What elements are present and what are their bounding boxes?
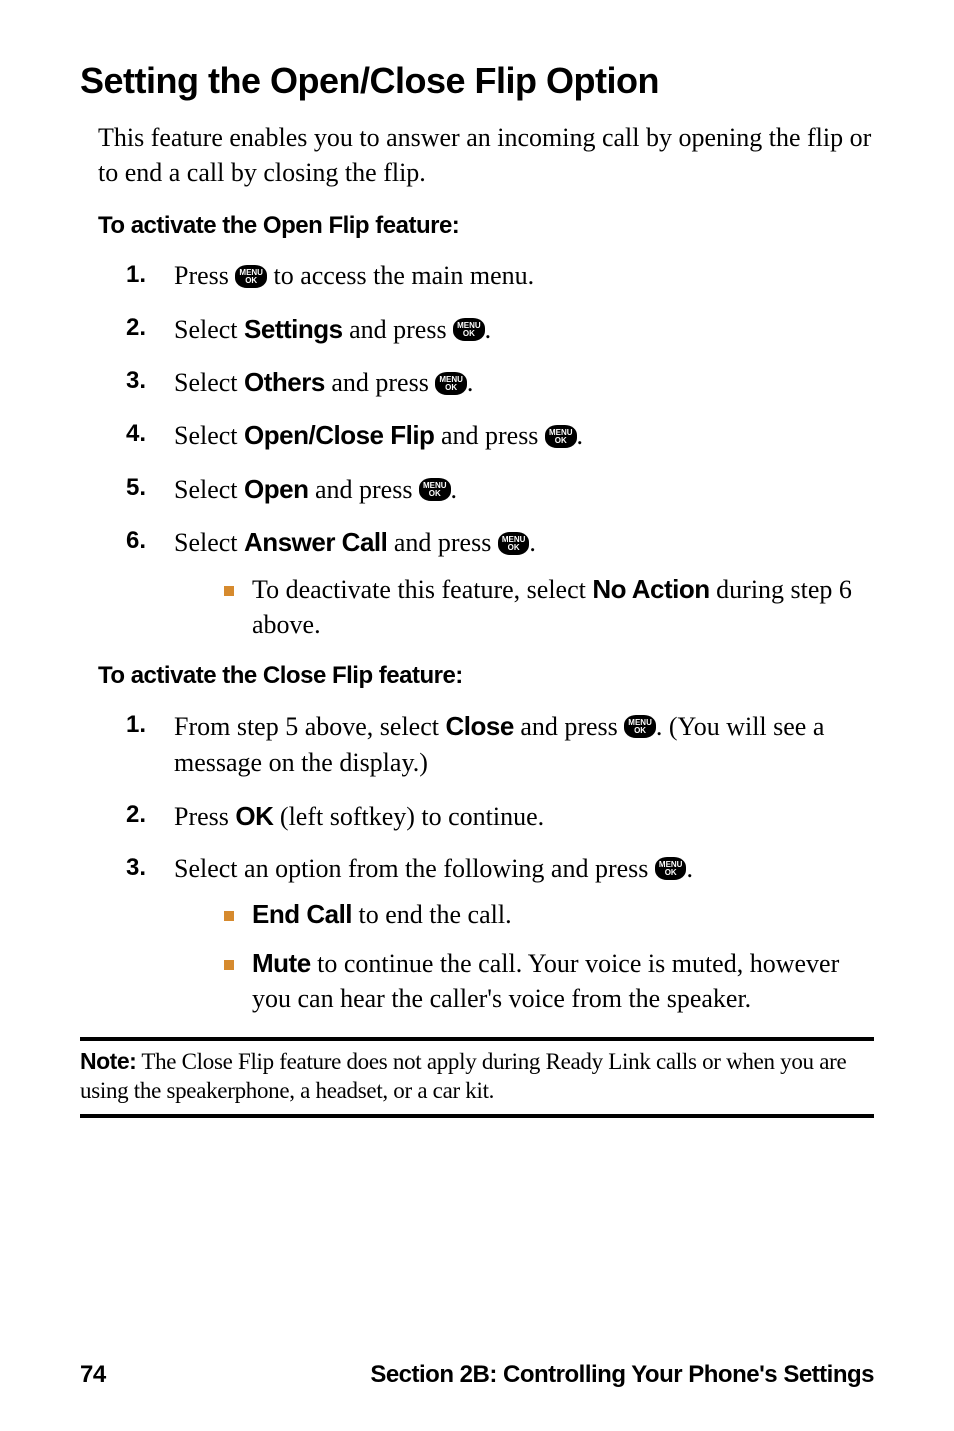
menu-ok-icon: MENUOK — [453, 318, 485, 341]
page-footer: 74 Section 2B: Controlling Your Phone's … — [80, 1361, 874, 1389]
note-label: Note: — [80, 1048, 136, 1074]
step-bold: Others — [244, 367, 325, 397]
open-flip-steps: 1. Press MENUOK to access the main menu.… — [80, 258, 874, 642]
step-number: 5. — [126, 471, 146, 505]
bullet-text: to end the call. — [352, 900, 512, 929]
section-label: Section 2B: Controlling Your Phone's Set… — [370, 1361, 874, 1389]
bullet-bold: Mute — [252, 948, 311, 978]
step-item: 3. Select an option from the following a… — [126, 851, 874, 1017]
step-number: 3. — [126, 364, 146, 398]
step-text: and press — [514, 712, 624, 741]
close-flip-heading: To activate the Close Flip feature: — [98, 662, 874, 690]
menu-ok-icon: MENUOK — [235, 265, 267, 288]
open-flip-heading: To activate the Open Flip feature: — [98, 212, 874, 240]
step-text: . — [451, 475, 458, 504]
step-number: 4. — [126, 417, 146, 451]
step-text: Select — [174, 368, 244, 397]
step-item: 4. Select Open/Close Flip and press MENU… — [126, 417, 874, 454]
menu-ok-icon: MENUOK — [624, 715, 656, 738]
page-title: Setting the Open/Close Flip Option — [80, 60, 874, 102]
step-item: 2. Select Settings and press MENUOK. — [126, 311, 874, 348]
bullet-text: to continue the call. Your voice is mute… — [252, 949, 839, 1013]
step-bold: OK — [235, 801, 273, 831]
step-text: and press — [387, 528, 497, 557]
step-number: 6. — [126, 524, 146, 558]
step-text: Select — [174, 315, 244, 344]
menu-ok-icon: MENUOK — [545, 425, 577, 448]
step-text: . — [686, 854, 693, 883]
close-flip-steps: 1. From step 5 above, select Close and p… — [80, 708, 874, 1017]
intro-paragraph: This feature enables you to answer an in… — [98, 120, 874, 190]
step-text: and press — [343, 315, 453, 344]
menu-ok-icon: MENUOK — [655, 857, 687, 880]
list-item: Mute to continue the call. Your voice is… — [224, 946, 874, 1016]
bullet-text: To deactivate this feature, select — [252, 575, 592, 604]
step-text: Press — [174, 261, 235, 290]
step-text: Select an option from the following and … — [174, 854, 655, 883]
step-text: . — [467, 368, 474, 397]
step-number: 1. — [126, 708, 146, 742]
bullet-bold: End Call — [252, 899, 352, 929]
step-text: From step 5 above, select — [174, 712, 446, 741]
close-flip-sub-bullets: End Call to end the call. Mute to contin… — [174, 897, 874, 1016]
step-bold: Answer Call — [244, 527, 387, 557]
note-text: The Close Flip feature does not apply du… — [80, 1049, 846, 1104]
page-number: 74 — [80, 1361, 106, 1389]
step-text: (left softkey) to continue. — [273, 802, 544, 831]
step-text: and press — [325, 368, 435, 397]
step-text: . — [529, 528, 536, 557]
bullet-bold: No Action — [592, 574, 709, 604]
list-item: To deactivate this feature, select No Ac… — [224, 572, 874, 642]
step-text: and press — [308, 475, 418, 504]
list-item: End Call to end the call. — [224, 897, 874, 932]
open-flip-sub-bullets: To deactivate this feature, select No Ac… — [174, 572, 874, 642]
step-item: 1. From step 5 above, select Close and p… — [126, 708, 874, 782]
step-number: 3. — [126, 851, 146, 885]
menu-ok-icon: MENUOK — [435, 372, 467, 395]
step-item: 5. Select Open and press MENUOK. — [126, 471, 874, 508]
step-item: 3. Select Others and press MENUOK. — [126, 364, 874, 401]
step-text: Select — [174, 528, 244, 557]
step-number: 1. — [126, 258, 146, 292]
step-text: Press — [174, 802, 235, 831]
step-bold: Settings — [244, 314, 343, 344]
step-text: to access the main menu. — [267, 261, 534, 290]
menu-ok-icon: MENUOK — [498, 532, 530, 555]
step-item: 6. Select Answer Call and press MENUOK. … — [126, 524, 874, 642]
step-bold: Open/Close Flip — [244, 420, 434, 450]
step-text: . — [485, 315, 492, 344]
step-number: 2. — [126, 311, 146, 345]
step-item: 2. Press OK (left softkey) to continue. — [126, 798, 874, 835]
step-number: 2. — [126, 798, 146, 832]
step-bold: Open — [244, 474, 308, 504]
menu-ok-icon: MENUOK — [419, 478, 451, 501]
step-item: 1. Press MENUOK to access the main menu. — [126, 258, 874, 294]
step-text: Select — [174, 475, 244, 504]
step-bold: Close — [446, 711, 514, 741]
note-block: Note: The Close Flip feature does not ap… — [80, 1037, 874, 1119]
step-text: and press — [434, 421, 544, 450]
step-text: . — [577, 421, 584, 450]
page-container: Setting the Open/Close Flip Option This … — [0, 0, 954, 1431]
step-text: Select — [174, 421, 244, 450]
